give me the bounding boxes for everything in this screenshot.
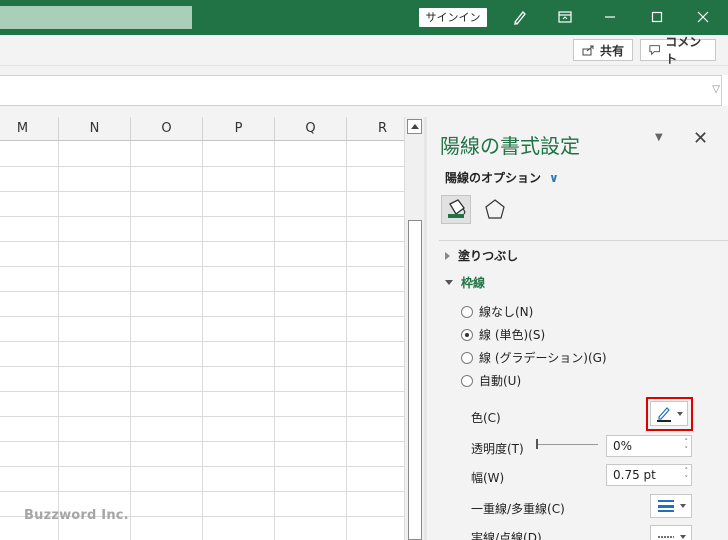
close-icon[interactable]: ✕ (693, 128, 708, 149)
grid-hline (0, 316, 404, 317)
transparency-input[interactable]: 0% ˄ ˅ (606, 435, 692, 457)
grid-hline (0, 416, 404, 417)
comment-icon (649, 45, 660, 56)
dash-label: 実線/点線(D) (471, 531, 542, 540)
pane-options-dropdown-icon[interactable]: ▼ (655, 132, 663, 143)
caret-down-icon (679, 535, 686, 539)
transparency-value: 0% (613, 439, 633, 453)
options-selector[interactable]: 陽線のオプション ∨ (445, 169, 559, 186)
transparency-label: 透明度(T) (471, 442, 524, 456)
dash-type-button[interactable] (650, 525, 692, 540)
radio-solid-line-label: 線 (単色)(S) (479, 328, 546, 342)
radio-auto[interactable]: 自動(U) (461, 372, 521, 389)
compound-type-button[interactable] (650, 494, 692, 518)
radio-circle[interactable] (461, 374, 473, 387)
section-line[interactable]: 枠線 (445, 274, 485, 291)
width-label: 幅(W) (471, 471, 505, 485)
ribbon-bar: 共有 コメント (0, 35, 728, 66)
transparency-slider-handle[interactable] (536, 439, 538, 449)
radio-no-line[interactable]: 線なし(N) (461, 303, 533, 320)
column-header-o[interactable]: O (131, 117, 203, 141)
transparency-slider-track[interactable] (536, 444, 598, 445)
share-icon (582, 45, 594, 56)
watermark: Buzzword Inc. (24, 508, 129, 523)
expand-icon (445, 251, 450, 260)
radio-circle[interactable] (461, 351, 473, 364)
grid-hline (0, 191, 404, 192)
dash-line-icon (657, 536, 674, 538)
scroll-thumb[interactable] (408, 220, 422, 540)
paint-bucket-icon (448, 199, 466, 218)
radio-circle[interactable] (461, 305, 473, 318)
share-label: 共有 (600, 43, 625, 58)
grid-hline (0, 291, 404, 292)
section-line-label: 枠線 (461, 276, 486, 290)
radio-solid-line[interactable]: 線 (単色)(S) (461, 326, 545, 343)
fill-line-tab[interactable] (441, 195, 471, 224)
pentagon-icon (485, 199, 505, 219)
chevron-down-icon: ∨ (549, 170, 559, 185)
spinner-icon[interactable]: ˄ ˅ (685, 467, 689, 483)
highlight-box (646, 397, 693, 431)
radio-no-line-label: 線なし(N) (479, 305, 534, 319)
effects-tab[interactable] (483, 197, 507, 223)
grid-gap (0, 106, 728, 117)
comment-label: コメント (665, 35, 702, 66)
compound-lines-icon (657, 500, 674, 512)
maximize-icon[interactable] (644, 6, 670, 28)
grid-hline (0, 341, 404, 342)
radio-circle[interactable] (461, 328, 473, 341)
pane-separator (439, 240, 728, 241)
chevron-down-icon[interactable]: ▽ (712, 84, 720, 95)
pane-title: 陽線の書式設定 (440, 134, 580, 158)
radio-gradient-line-label: 線 (グラデーション)(G) (479, 351, 607, 365)
radio-gradient-line[interactable]: 線 (グラデーション)(G) (461, 349, 607, 366)
width-value: 0.75 pt (613, 468, 656, 482)
column-header-p[interactable]: P (203, 117, 275, 141)
grid-hline (0, 166, 404, 167)
grid-hline (0, 366, 404, 367)
comment-button[interactable]: コメント (640, 35, 716, 66)
spinner-icon[interactable]: ˄ ˅ (685, 438, 689, 454)
column-header-q[interactable]: Q (275, 117, 347, 141)
compound-label: 一重線/多重線(C) (471, 502, 565, 516)
grid-hline (0, 266, 404, 267)
grid-hline (0, 216, 404, 217)
section-fill[interactable]: 塗りつぶし (445, 247, 518, 264)
format-pane: 陽線の書式設定 ▼ ✕ 陽線のオプション ∨ 塗りつぶし 枠線 線なし(N) 線… (427, 117, 728, 540)
title-bar: サインイン (0, 0, 728, 35)
column-header-n[interactable]: N (59, 117, 131, 141)
pen-icon[interactable] (507, 6, 533, 28)
grid-hline (0, 441, 404, 442)
scroll-up-icon[interactable] (407, 119, 422, 134)
close-window-icon[interactable] (690, 6, 716, 28)
worksheet-grid[interactable]: M N O P Q R (0, 117, 404, 540)
caret-down-icon (679, 504, 686, 508)
radio-auto-label: 自動(U) (479, 374, 522, 388)
signin-button[interactable]: サインイン (419, 8, 487, 27)
column-header-r[interactable]: R (347, 117, 404, 141)
width-input[interactable]: 0.75 pt ˄ ˅ (606, 464, 692, 486)
ribbon-gap (0, 66, 728, 75)
formula-bar[interactable] (0, 75, 722, 106)
share-button[interactable]: 共有 (573, 39, 633, 61)
grid-hline (0, 391, 404, 392)
options-label: 陽線のオプション (445, 171, 542, 185)
collapse-icon (445, 280, 453, 285)
ribbon-display-icon[interactable] (552, 6, 578, 28)
vertical-scrollbar[interactable] (404, 117, 424, 540)
grid-hline (0, 466, 404, 467)
title-search-box[interactable] (0, 6, 192, 29)
grid-hline (0, 241, 404, 242)
grid-hline (0, 491, 404, 492)
minimize-icon[interactable] (597, 6, 623, 28)
section-fill-label: 塗りつぶし (458, 249, 519, 263)
column-header-m[interactable]: M (0, 117, 59, 141)
color-label: 色(C) (471, 411, 501, 425)
